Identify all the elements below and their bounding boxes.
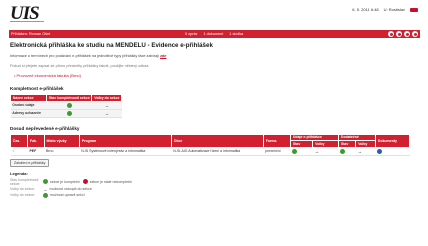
- document-icon[interactable]: [377, 148, 383, 154]
- col-program: Program: [78, 133, 172, 148]
- warn-paragraph: Pokud si přejete zapsat se přímo předmět…: [10, 64, 150, 68]
- row-status: [46, 109, 92, 118]
- redbar-controls: [388, 31, 418, 37]
- row-program: N-SI Systémové inženýrství a informatika: [79, 147, 172, 156]
- close-icon[interactable]: [412, 31, 418, 37]
- enter-arrow-icon[interactable]: →: [358, 149, 363, 154]
- sub-stav: Stav: [290, 140, 314, 148]
- col-misto: Místo výuky: [43, 133, 80, 148]
- documents-link[interactable]: 1 dokument: [203, 32, 223, 36]
- row-stav-2: [338, 147, 356, 156]
- col-section-name: Název sekce: [10, 94, 47, 102]
- legend-title: Legenda:: [10, 170, 28, 176]
- row-volby-2[interactable]: →: [355, 147, 376, 156]
- edit-status-icon: [43, 192, 48, 198]
- complete-status-icon: [340, 148, 346, 154]
- faculty-link-text[interactable]: Provozně ekonomická fakulta (Brno): [17, 73, 81, 78]
- row-status: [46, 101, 92, 110]
- legend-item: sekce je stále nekompletní: [82, 179, 133, 185]
- incomplete-status-icon: [82, 179, 88, 185]
- section-completeness-title: Kompletnost e-přihlášek: [10, 86, 64, 91]
- top-header: UIS 6. 5. 2011 6:48 U: Rostislav: [0, 0, 428, 24]
- sub-stav-2: Stav: [338, 140, 357, 148]
- col-fak: Fak.: [27, 133, 45, 148]
- col-cas: Čas.: [9, 133, 29, 148]
- col-forma: Forma: [262, 133, 292, 148]
- row-docs[interactable]: [375, 147, 410, 156]
- info-paragraph: Informace o termínech pro podávání e-při…: [10, 54, 420, 58]
- table-row: Adresy uchazeče →: [10, 109, 122, 118]
- row-forma: prezenční: [263, 147, 291, 156]
- row-stav: [290, 147, 313, 156]
- complete-status-icon: [43, 179, 48, 185]
- legend-text: možnost vstoupit do sekce: [49, 187, 92, 192]
- info-text: Informace o termínech pro podávání e-při…: [10, 54, 160, 58]
- col-dokumenty: Dokumenty: [375, 133, 410, 148]
- legend: Legenda: Stav kompletnosti sekce: sekce …: [10, 171, 420, 198]
- legend-text: možnost upravit sekci: [50, 193, 85, 198]
- enter-arrow-icon: →: [43, 186, 48, 192]
- row-obor: N-SI-AIG Automatizace řízení a informati…: [171, 147, 264, 156]
- page-title: Elektronická přihláška ke studiu na MEND…: [10, 42, 213, 49]
- legend-text: sekce je kompletní: [50, 179, 80, 184]
- complete-status-icon: [66, 102, 72, 108]
- completeness-table: Název sekce Stav kompletnosti sekce Volb…: [10, 94, 123, 118]
- applications-table: Čas. Fak. Místo výuky Program Obor Forma…: [9, 133, 410, 156]
- user-link[interactable]: U: Rostislav: [384, 7, 405, 12]
- legend-text: sekce je stále nekompletní: [89, 179, 133, 184]
- table-row: ✓ PEF Brno N-SI Systémové inženýrství a …: [10, 147, 410, 156]
- row-check: ✓: [10, 147, 28, 156]
- col-obor: Obor: [170, 133, 264, 148]
- row-fak: PEF: [27, 147, 45, 156]
- datetime: 6. 5. 2011 6:48: [352, 7, 379, 12]
- legend-item: sekce je kompletní: [43, 179, 80, 185]
- col-section-options: Volby do sekce: [91, 94, 123, 102]
- enter-arrow-icon[interactable]: →: [105, 103, 110, 108]
- logout-icon[interactable]: [410, 7, 418, 12]
- col-dodatecne: Dodatečné: [338, 133, 377, 142]
- faculty-link[interactable]: • Provozně ekonomická fakulta (Brno): [14, 73, 420, 78]
- legend-label: Volby do sekce:: [10, 187, 36, 192]
- legend-item: → možnost vstoupit do sekce: [43, 187, 92, 192]
- row-name: Osobní údaje: [10, 101, 47, 110]
- row-volby[interactable]: →: [312, 147, 339, 156]
- sub-volby: Volby: [312, 140, 340, 148]
- complete-status-icon: [292, 148, 298, 154]
- enter-arrow-icon[interactable]: →: [315, 149, 320, 154]
- enter-arrow-icon[interactable]: →: [105, 111, 110, 116]
- section-unconverted-title: Dosud nepřevedené e-přihlášky: [10, 125, 80, 131]
- messages-link[interactable]: 0 zpráv: [185, 32, 197, 36]
- logged-user[interactable]: Přihlášen: Roman Ošet: [11, 32, 50, 36]
- row-action[interactable]: →: [91, 101, 122, 110]
- sub-volby-2: Volby: [355, 140, 377, 148]
- col-section-status: Stav kompletnosti sekce: [45, 94, 93, 102]
- legend-row: Stav kompletnosti sekce: sekce je komple…: [10, 178, 420, 186]
- row-action[interactable]: →: [91, 109, 122, 118]
- back-icon[interactable]: [388, 31, 394, 37]
- section-link[interactable]: 1 složka: [229, 32, 243, 36]
- help-icon[interactable]: [396, 31, 402, 37]
- settings-icon[interactable]: [404, 31, 410, 37]
- row-name: Adresy uchazeče: [10, 109, 47, 118]
- legend-label: Stav kompletnosti sekce:: [10, 177, 39, 186]
- legend-row: Volby do sekce: možnost upravit sekci: [10, 192, 420, 198]
- logo-divider: [10, 21, 44, 22]
- new-application-button[interactable]: Založení e-přihlášky: [10, 158, 50, 167]
- legend-item: možnost upravit sekci: [43, 192, 85, 198]
- redbar-center: 0 zpráv 1 dokument 1 složka: [185, 32, 243, 36]
- red-navbar: Přihlášen: Roman Ošet 0 zpráv 1 dokument…: [9, 30, 420, 38]
- legend-label: Volby do sekce:: [10, 193, 36, 198]
- table-row: Osobní údaje →: [10, 101, 122, 110]
- uis-logo[interactable]: UIS: [10, 4, 40, 23]
- complete-status-icon: [66, 110, 72, 116]
- info-link[interactable]: zde: [160, 54, 166, 58]
- header-meta: 6. 5. 2011 6:48 U: Rostislav: [352, 7, 418, 12]
- legend-row: Volby do sekce: → možnost vstoupit do sek…: [10, 187, 420, 192]
- row-misto: Brno: [44, 147, 80, 156]
- col-udaje: Údaje o přihlášce: [290, 133, 340, 142]
- main-content: Elektronická přihláška ke studiu na MEND…: [9, 42, 420, 199]
